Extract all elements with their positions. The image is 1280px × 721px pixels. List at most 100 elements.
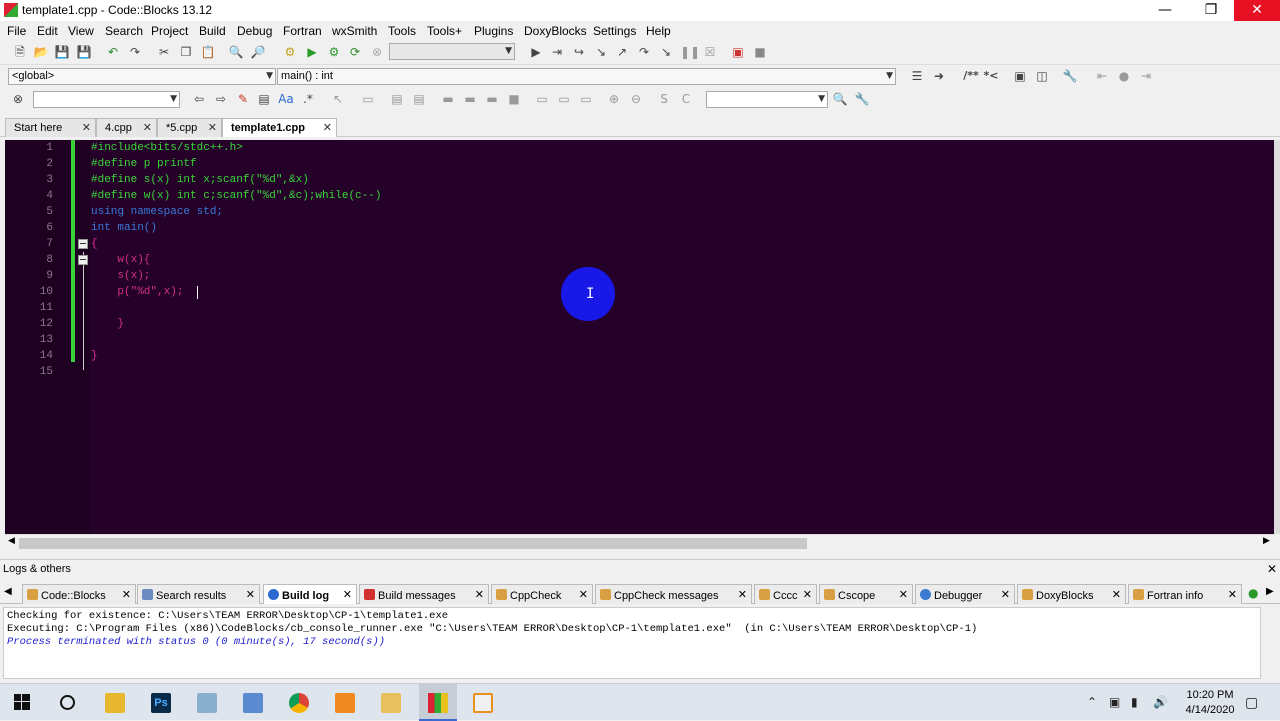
log-tab-cppcheck[interactable]: CppCheck ✕ <box>491 584 593 604</box>
close-tab-icon[interactable]: ✕ <box>475 588 484 601</box>
debug-windows-icon[interactable]: ▣ <box>730 44 746 60</box>
volume-icon[interactable]: 🔊 <box>1153 695 1168 709</box>
scroll-left-icon[interactable]: ◀ <box>8 536 15 546</box>
fold-toggle-icon[interactable] <box>78 239 88 249</box>
prev-bookmark-icon[interactable]: ⇤ <box>1094 68 1110 84</box>
menu-search[interactable]: Search <box>105 24 143 38</box>
menu-settings[interactable]: Settings <box>593 24 636 38</box>
close-tab-icon[interactable]: ✕ <box>246 588 255 601</box>
close-tab-icon[interactable]: ✕ <box>738 588 747 601</box>
cut-icon[interactable]: ✂ <box>156 44 172 60</box>
zoom-out-icon[interactable]: ⊖ <box>628 91 644 107</box>
step-into-instruction-icon[interactable]: ↘ <box>658 44 674 60</box>
notepad-icon[interactable] <box>197 693 217 713</box>
highlight-icon[interactable]: ✎ <box>235 91 251 107</box>
next-instruction-icon[interactable]: ↷ <box>636 44 652 60</box>
menu-plugins[interactable]: Plugins <box>474 24 513 38</box>
align-left-icon[interactable]: ▬ <box>440 91 456 107</box>
box-1-icon[interactable]: ▭ <box>534 91 550 107</box>
tab-template1-cpp[interactable]: template1.cpp ✕ <box>222 118 337 137</box>
step-into-icon[interactable]: ↘ <box>593 44 609 60</box>
tabs-scroll-left-icon[interactable]: ◀ <box>4 586 12 597</box>
paste-icon[interactable]: 📋 <box>200 44 216 60</box>
log-tab-cscope[interactable]: Cscope ✕ <box>819 584 913 604</box>
rebuild-icon[interactable]: ⟳ <box>347 44 363 60</box>
search-symbol-icon[interactable]: 🔍 <box>832 91 848 107</box>
scope-combo[interactable]: <global> ▼ <box>8 68 276 85</box>
code-editor[interactable]: 1 2 3 4 5 6 7 8 9 10 11 12 13 14 15 #inc… <box>5 140 1275 534</box>
doxywizard-icon[interactable]: ▣ <box>1012 68 1028 84</box>
taskbar-active-app[interactable] <box>419 684 457 721</box>
menu-project[interactable]: Project <box>151 24 188 38</box>
menu-build[interactable]: Build <box>199 24 226 38</box>
log-tab-doxyblocks[interactable]: DoxyBlocks ✕ <box>1017 584 1126 604</box>
settings-wrench-icon[interactable]: 🔧 <box>1062 68 1078 84</box>
log-tab-codeblocks[interactable]: Code::Blocks ✕ <box>22 584 136 604</box>
chrome-icon[interactable] <box>289 693 309 713</box>
tray-clock[interactable]: 10:20 PM 4/14/2020 <box>1180 688 1240 718</box>
abort-icon[interactable]: ⊗ <box>369 44 385 60</box>
log-tab-build-messages[interactable]: Build messages ✕ <box>359 584 489 604</box>
menu-help[interactable]: Help <box>646 24 671 38</box>
log-tab-fortran-info[interactable]: Fortran info ✕ <box>1128 584 1242 604</box>
sublime-text-icon[interactable] <box>335 693 355 713</box>
box-3-icon[interactable]: ▭ <box>578 91 594 107</box>
close-tab-icon[interactable]: ✕ <box>1001 588 1010 601</box>
refresh-icon[interactable]: C <box>678 91 694 107</box>
minimize-button[interactable]: — <box>1142 0 1188 21</box>
build-target-combo[interactable]: ▼ <box>389 43 515 60</box>
menu-edit[interactable]: Edit <box>37 24 58 38</box>
scroll-right-icon[interactable]: ▶ <box>1263 536 1270 546</box>
log-tab-build-log[interactable]: Build log ✕ <box>263 584 357 604</box>
windows-start-icon[interactable] <box>14 694 30 710</box>
block-comment-icon[interactable]: /** <box>960 68 982 84</box>
close-tab-icon[interactable]: ✕ <box>899 588 908 601</box>
tab-start-here[interactable]: Start here ✕ <box>5 118 96 137</box>
close-tab-icon[interactable]: ✕ <box>82 121 91 134</box>
debug-run-icon[interactable]: ▶ <box>528 44 544 60</box>
match-case-icon[interactable]: Aa <box>278 91 294 107</box>
regex-icon[interactable]: .* <box>300 91 316 107</box>
log-tab-cppcheck-messages[interactable]: CppCheck messages ✕ <box>595 584 752 604</box>
run-icon[interactable]: ▶ <box>304 44 320 60</box>
extract-doc-icon[interactable]: ◫ <box>1034 68 1050 84</box>
cortana-search-icon[interactable] <box>60 695 75 710</box>
align-center-icon[interactable]: ▬ <box>462 91 478 107</box>
menu-view[interactable]: View <box>68 24 94 38</box>
menu-debug[interactable]: Debug <box>237 24 272 38</box>
save-icon[interactable]: 💾 <box>54 44 70 60</box>
find-next-icon[interactable]: ⇨ <box>213 91 229 107</box>
box-2-icon[interactable]: ▭ <box>556 91 572 107</box>
menu-tools-plus[interactable]: Tools+ <box>427 24 462 38</box>
stop-debugger-icon[interactable]: ☒ <box>702 44 718 60</box>
menu-wxsmith[interactable]: wxSmith <box>332 24 377 38</box>
app-icon[interactable] <box>243 693 263 713</box>
editor-vertical-scrollbar[interactable] <box>1274 140 1280 534</box>
build-gear-icon[interactable]: ⚙ <box>282 44 298 60</box>
selected-text-icon[interactable]: ▤ <box>256 91 272 107</box>
block-icon[interactable]: ▭ <box>360 91 376 107</box>
function-combo[interactable]: main() : int ▼ <box>277 68 896 85</box>
network-icon[interactable]: ▣ <box>1109 695 1120 709</box>
close-tab-icon[interactable]: ✕ <box>208 121 217 134</box>
find-icon[interactable]: 🔍 <box>228 44 244 60</box>
find-previous-icon[interactable]: ⇦ <box>191 91 207 107</box>
fold-toggle-icon[interactable] <box>78 255 88 265</box>
debug-info-icon[interactable]: ■ <box>752 44 768 60</box>
open-file-icon[interactable]: 📂 <box>33 44 49 60</box>
insert-doc-icon[interactable]: ➜ <box>931 68 947 84</box>
replace-icon[interactable]: 🔎 <box>250 44 266 60</box>
build-and-run-icon[interactable]: ⚙ <box>326 44 342 60</box>
next-bookmark-icon[interactable]: ⇥ <box>1138 68 1154 84</box>
edit-block-icon[interactable]: ▤ <box>411 91 427 107</box>
restore-button[interactable]: ❐ <box>1188 0 1234 21</box>
toggle-bookmark-icon[interactable]: ● <box>1116 68 1132 84</box>
log-tab-debugger[interactable]: Debugger ✕ <box>915 584 1015 604</box>
editor-horizontal-scrollbar[interactable]: ◀ ▶ <box>5 534 1275 551</box>
search-text-combo[interactable]: ▼ <box>33 91 180 108</box>
dollar-icon[interactable]: S <box>656 91 672 107</box>
run-to-cursor-icon[interactable]: ⇥ <box>549 44 565 60</box>
close-window-button[interactable]: ✕ <box>1234 0 1280 21</box>
close-tab-icon[interactable]: ✕ <box>143 121 152 134</box>
build-log-output[interactable]: Checking for existence: C:\Users\TEAM ER… <box>3 607 1261 679</box>
